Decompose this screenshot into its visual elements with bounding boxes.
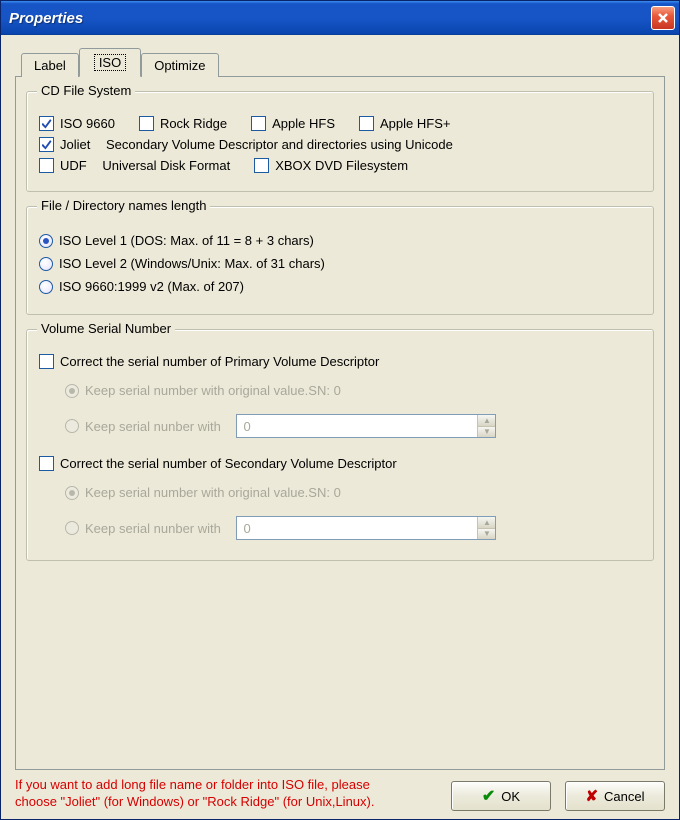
spin-primary[interactable]: ▲▼ [236,414,496,438]
hint-text: If you want to add long file name or fol… [15,776,375,811]
close-button[interactable] [651,6,675,30]
spin-secondary[interactable]: ▲▼ [236,516,496,540]
checkbox-xbox[interactable] [254,158,269,173]
tab-optimize[interactable]: Optimize [141,53,218,77]
group-name-length: File / Directory names length ISO Level … [26,206,654,315]
label-primary-keep-with: Keep serial nunber with [85,419,221,434]
checkbox-applehfs[interactable] [251,116,266,131]
tab-iso[interactable]: ISO [79,48,141,77]
group-title-vsn: Volume Serial Number [37,321,175,336]
spin-primary-down[interactable]: ▼ [477,427,495,438]
checkbox-applehfsplus[interactable] [359,116,374,131]
group-volume-serial: Volume Serial Number Correct the serial … [26,329,654,561]
label-iso9660: ISO 9660 [60,116,115,131]
radio-secondary-keep-with [65,521,79,535]
properties-window: Properties Label ISO Optimize CD File Sy… [0,0,680,820]
radio-iso-level3[interactable] [39,280,53,294]
check-icon: ✔ [482,786,495,806]
label-iso-level1: ISO Level 1 (DOS: Max. of 11 = 8 + 3 cha… [59,233,314,248]
radio-primary-keep-original [65,384,79,398]
label-xbox: XBOX DVD Filesystem [275,158,408,173]
spin-primary-input[interactable] [237,415,477,437]
button-bar: ✔ OK ✘ Cancel [451,781,665,811]
radio-iso-level2[interactable] [39,257,53,271]
label-iso-level3: ISO 9660:1999 v2 (Max. of 207) [59,279,244,294]
checkbox-correct-secondary[interactable] [39,456,54,471]
label-applehfsplus: Apple HFS+ [380,116,450,131]
label-applehfs: Apple HFS [272,116,335,131]
spin-secondary-up[interactable]: ▲ [477,517,495,529]
tabstrip: Label ISO Optimize [21,47,665,76]
window-title: Properties [9,10,83,27]
label-joliet-desc: Secondary Volume Descriptor and director… [106,137,453,152]
label-udf-desc: Universal Disk Format [102,158,230,173]
client-area: Label ISO Optimize CD File System ISO 96… [1,35,679,819]
radio-primary-keep-with [65,419,79,433]
x-icon: ✘ [585,787,598,805]
checkbox-correct-primary[interactable] [39,354,54,369]
label-secondary-keep-with: Keep serial nunber with [85,521,221,536]
close-icon [657,12,669,24]
radio-secondary-keep-original [65,486,79,500]
spin-secondary-down[interactable]: ▼ [477,529,495,540]
tab-label[interactable]: Label [21,53,79,77]
label-secondary-keep-original: Keep serial number with original value.S… [85,485,341,500]
label-iso-level2: ISO Level 2 (Windows/Unix: Max. of 31 ch… [59,256,325,271]
ok-label: OK [501,789,520,804]
titlebar: Properties [1,1,679,35]
label-joliet: Joliet [60,137,90,152]
checkbox-joliet[interactable] [39,137,54,152]
checkbox-udf[interactable] [39,158,54,173]
group-title-len: File / Directory names length [37,198,210,213]
group-title-fs: CD File System [37,83,135,98]
group-cd-file-system: CD File System ISO 9660 Rock Ridge Apple… [26,91,654,192]
spin-primary-up[interactable]: ▲ [477,415,495,427]
label-correct-primary: Correct the serial number of Primary Vol… [60,354,379,369]
label-primary-keep-original: Keep serial number with original value.S… [85,383,341,398]
tab-page-iso: CD File System ISO 9660 Rock Ridge Apple… [15,76,665,770]
cancel-label: Cancel [604,789,644,804]
cancel-button[interactable]: ✘ Cancel [565,781,665,811]
label-correct-secondary: Correct the serial number of Secondary V… [60,456,397,471]
label-rockridge: Rock Ridge [160,116,227,131]
checkbox-iso9660[interactable] [39,116,54,131]
checkbox-rockridge[interactable] [139,116,154,131]
label-udf: UDF [60,158,87,173]
spin-secondary-input[interactable] [237,517,477,539]
ok-button[interactable]: ✔ OK [451,781,551,811]
footer: If you want to add long file name or fol… [15,776,665,811]
radio-iso-level1[interactable] [39,234,53,248]
